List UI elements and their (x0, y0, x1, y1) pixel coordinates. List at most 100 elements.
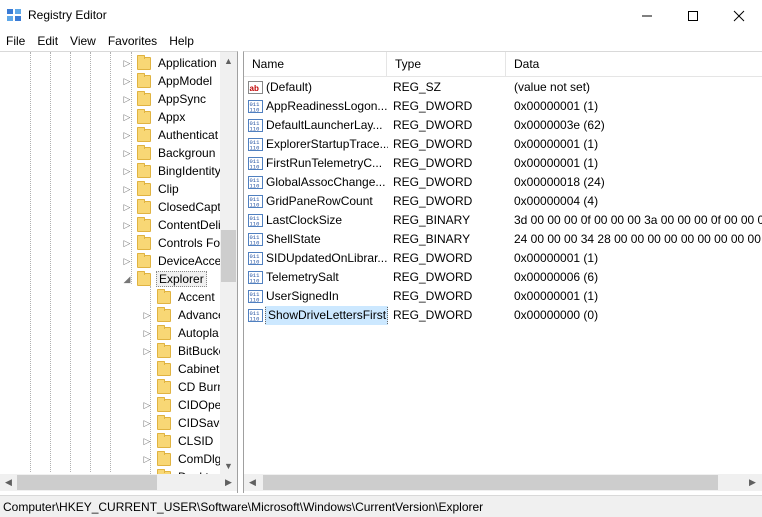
value-type: REG_DWORD (393, 137, 473, 151)
value-row[interactable]: 011 110 SIDUpdatedOnLibrar... REG_DWORD 0x00… (244, 249, 762, 268)
value-type: REG_DWORD (393, 289, 473, 303)
tree-item[interactable]: ▷ Authenticat (122, 126, 220, 144)
value-row[interactable]: 011 110 ExplorerStartupTrace... REG_DWORD 0x… (244, 135, 762, 154)
menu-favorites[interactable]: Favorites (102, 31, 163, 51)
binary-value-icon: 011110 (248, 195, 263, 209)
tree-item[interactable]: ▷ DeviceAcce (122, 252, 223, 270)
value-data: 0x00000001 (1) (514, 137, 599, 151)
expand-arrow-icon[interactable]: ▷ (122, 54, 132, 72)
tree-item[interactable]: CD Burn (142, 378, 226, 396)
value-row[interactable]: 011 110 LastClockSize REG_BINARY 3d 00 00 00… (244, 211, 762, 230)
value-row[interactable]: 011 110 DefaultLauncherLay... REG_DWORD 0x00… (244, 116, 762, 135)
expand-arrow-icon[interactable]: ▷ (142, 396, 152, 414)
tree-item[interactable]: ▷ BitBucke (142, 342, 227, 360)
value-row[interactable]: 011 110 FirstRunTelemetryC... REG_DWORD 0x00… (244, 154, 762, 173)
scroll-left-icon[interactable]: ◀ (244, 474, 261, 491)
close-icon (733, 10, 745, 21)
tree-scroll-thumb[interactable] (221, 230, 236, 282)
value-row[interactable]: 011 110 TelemetrySalt REG_DWORD 0x00000006 (… (244, 268, 762, 287)
tree-item[interactable]: ▷ CLSID (142, 432, 215, 450)
tree-item[interactable]: Accent (142, 288, 217, 306)
menu-file[interactable]: File (0, 31, 31, 51)
collapse-arrow-icon[interactable]: ◢ (122, 270, 132, 288)
expand-arrow-icon[interactable]: ▷ (122, 234, 132, 252)
binary-value-icon: 011110 (248, 119, 263, 133)
value-name-cell: 011 110 TelemetrySalt (248, 268, 388, 287)
scroll-up-icon[interactable]: ▲ (220, 52, 237, 69)
tree-item[interactable]: ▷ Appx (122, 108, 187, 126)
column-header-type[interactable]: Type (387, 52, 506, 77)
close-button[interactable] (716, 0, 762, 31)
menu-edit[interactable]: Edit (31, 31, 64, 51)
menu-view[interactable]: View (64, 31, 102, 51)
tree-vertical-scrollbar[interactable]: ▲ ▼ (220, 52, 237, 474)
value-row[interactable]: 011 110 AppReadinessLogon... REG_DWORD 0x000… (244, 97, 762, 116)
tree-item[interactable]: ▷ ClosedCapt (122, 198, 223, 216)
expand-arrow-icon[interactable]: ▷ (122, 198, 132, 216)
expand-arrow-icon[interactable]: ▷ (142, 324, 152, 342)
tree-item[interactable]: Cabinet! (142, 360, 225, 378)
expand-arrow-icon[interactable]: ▷ (122, 90, 132, 108)
expand-arrow-icon[interactable]: ▷ (142, 450, 152, 468)
tree-item[interactable]: ▷ CIDOper (142, 396, 227, 414)
value-data: 0x00000001 (1) (514, 289, 599, 303)
scroll-left-icon[interactable]: ◀ (0, 474, 17, 491)
expand-arrow-icon[interactable]: ▷ (122, 126, 132, 144)
tree-item[interactable]: ▷ AppSync (122, 90, 208, 108)
expand-arrow-icon[interactable]: ▷ (122, 108, 132, 126)
tree-item[interactable]: ▷ ContentDeli (122, 216, 223, 234)
expand-arrow-icon[interactable]: ▷ (122, 162, 132, 180)
value-name-cell: 011 110 ShellState (248, 230, 388, 249)
value-row[interactable]: 011 110 GlobalAssocChange... REG_DWORD 0x000… (244, 173, 762, 192)
expand-arrow-icon[interactable]: ▷ (122, 144, 132, 162)
value-row[interactable]: 011 110 ShellState REG_BINARY 24 00 00 00 34… (244, 230, 762, 249)
value-row[interactable]: 011 110 GridPaneRowCount REG_DWORD 0x0000000… (244, 192, 762, 211)
registry-editor-icon (7, 9, 21, 21)
tree-item[interactable]: ▷ Controls Fo (122, 234, 222, 252)
tree-item[interactable]: ▷ AppModel (122, 72, 214, 90)
value-data: 0x00000004 (4) (514, 194, 599, 208)
tree-horizontal-scrollbar[interactable]: ◀ ▶ (0, 474, 237, 491)
tree-item[interactable]: ◢ Explorer (122, 270, 207, 288)
binary-value-icon: 011110 (248, 176, 263, 190)
scroll-down-icon[interactable]: ▼ (220, 457, 237, 474)
tree-item[interactable]: ▷ Advance (142, 306, 227, 324)
tree-item[interactable]: ▷ ComDlg (142, 450, 223, 468)
minimize-button[interactable] (624, 0, 670, 31)
tree-item[interactable]: ▷ Clip (122, 180, 181, 198)
value-row[interactable]: 011 110 UserSignedIn REG_DWORD 0x00000001 (1… (244, 287, 762, 306)
folder-icon (157, 324, 171, 340)
tree-item[interactable]: ▷ Backgroun (122, 144, 217, 162)
tree-item[interactable]: ▷ BingIdentity (122, 162, 223, 180)
list-hscroll-thumb[interactable] (263, 475, 718, 490)
menu-help[interactable]: Help (163, 31, 200, 51)
tree-item[interactable]: ▷ CIDSave (142, 414, 228, 432)
value-type: REG_DWORD (393, 270, 473, 284)
values-list-pane[interactable]: Name Type Data ab (Default) REG_SZ (value n… (243, 51, 762, 493)
column-header-data[interactable]: Data (506, 52, 762, 77)
value-name: LastClockSize (266, 213, 343, 227)
value-row[interactable]: ab (Default) REG_SZ (value not set) (244, 78, 762, 97)
binary-value-icon: 011110 (248, 138, 263, 152)
expand-arrow-icon[interactable]: ▷ (142, 342, 152, 360)
value-row[interactable]: 011 110 ShowDriveLettersFirst REG_DWORD 0x00… (244, 306, 762, 325)
expand-arrow-icon[interactable]: ▷ (142, 306, 152, 324)
tree-hscroll-thumb[interactable] (17, 475, 157, 490)
tree-item[interactable]: ▷ Autopla (142, 324, 221, 342)
expand-arrow-icon[interactable]: ▷ (122, 72, 132, 90)
list-horizontal-scrollbar[interactable]: ◀ ▶ (244, 474, 762, 491)
key-tree-pane[interactable]: ▷ Application ▷ AppModel ▷ AppSync ▷ Appx ▷ Authe… (0, 51, 238, 493)
expand-arrow-icon[interactable]: ▷ (122, 180, 132, 198)
expand-arrow-icon[interactable]: ▷ (142, 414, 152, 432)
maximize-button[interactable] (670, 0, 716, 31)
tree-guide-line (30, 52, 31, 472)
tree-item[interactable]: ▷ Application (122, 54, 219, 72)
scroll-right-icon[interactable]: ▶ (744, 474, 761, 491)
expand-arrow-icon[interactable]: ▷ (142, 432, 152, 450)
scroll-right-icon[interactable]: ▶ (220, 474, 237, 491)
svg-text:110: 110 (250, 278, 260, 285)
value-data: 0x0000003e (62) (514, 118, 605, 132)
expand-arrow-icon[interactable]: ▷ (122, 252, 132, 270)
expand-arrow-icon[interactable]: ▷ (122, 216, 132, 234)
column-header-name[interactable]: Name (244, 52, 387, 77)
